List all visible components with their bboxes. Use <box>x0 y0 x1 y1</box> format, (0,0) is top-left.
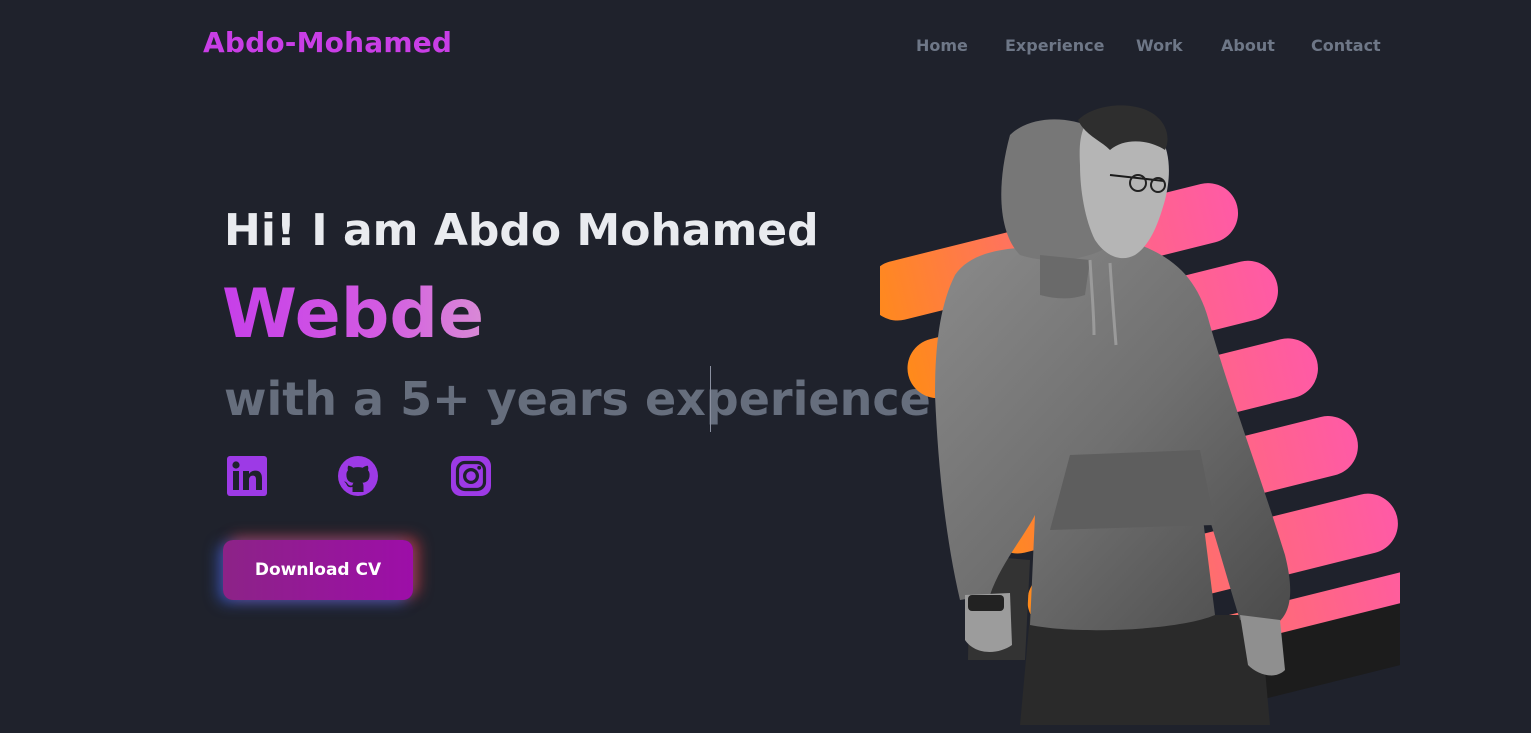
instagram-link[interactable] <box>451 456 491 496</box>
main-nav: Home Experience Work About Contact <box>0 36 1531 56</box>
nav-work[interactable]: Work <box>1136 36 1183 55</box>
nav-about[interactable]: About <box>1221 36 1275 55</box>
github-icon <box>338 456 378 496</box>
hero-greeting: Hi! I am Abdo Mohamed <box>224 205 819 256</box>
github-link[interactable] <box>338 456 378 496</box>
nav-home[interactable]: Home <box>916 36 968 55</box>
hero-portrait-image <box>880 105 1400 725</box>
hero-illustration <box>880 95 1400 725</box>
nav-experience[interactable]: Experience <box>1005 36 1105 55</box>
instagram-icon <box>451 456 491 496</box>
nav-contact[interactable]: Contact <box>1311 36 1381 55</box>
linkedin-icon <box>227 456 267 496</box>
page: Abdo-Mohamed Home Experience Work About … <box>0 0 1531 733</box>
mouse-text-cursor <box>710 366 711 432</box>
hero-typed-role: Webde <box>222 275 485 354</box>
linkedin-link[interactable] <box>227 456 267 496</box>
hero-subline: with a 5+ years experience <box>224 372 931 426</box>
download-cv-button[interactable]: Download CV <box>223 540 413 600</box>
